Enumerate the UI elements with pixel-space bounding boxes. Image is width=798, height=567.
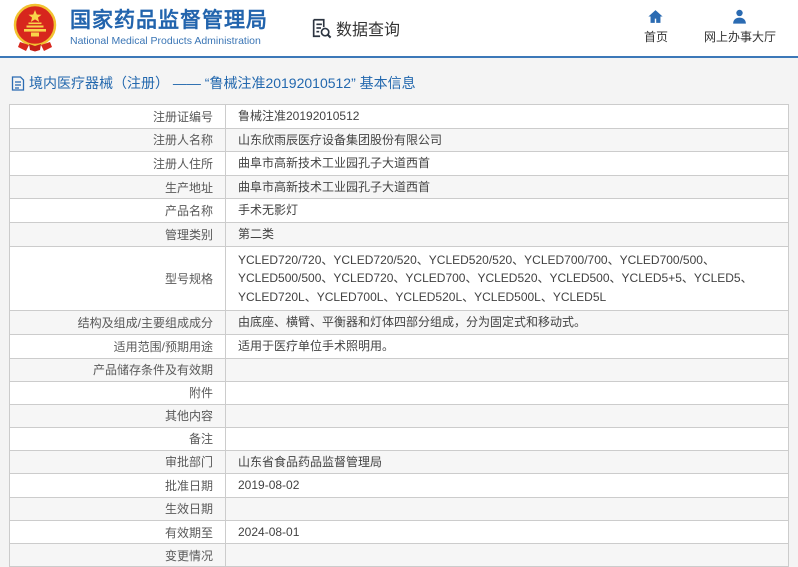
row-label: 变更情况 [10, 544, 226, 567]
row-label-text: 其他内容 [165, 409, 213, 423]
nav-home-label: 首页 [644, 28, 668, 45]
content-area: 境内医疗器械（注册） —— “鲁械注准20192010512” 基本信息 注册证… [0, 58, 798, 567]
row-label-text: 批准日期 [165, 479, 213, 493]
row-value: 山东欣雨辰医疗设备集团股份有限公司 [226, 128, 789, 152]
row-label: 适用范围/预期用途 [10, 334, 226, 358]
row-label-text: 注册人名称 [153, 133, 213, 147]
row-value [226, 427, 789, 450]
table-row: 管理类别 第二类 [10, 222, 789, 246]
nav-service-hall[interactable]: 网上办事大厅 [704, 8, 776, 45]
row-label-text: 适用范围/预期用途 [114, 340, 213, 354]
row-value: 2024-08-01 [226, 520, 789, 544]
row-label-text: 备注 [189, 432, 213, 446]
row-value: 由底座、横臂、平衡器和灯体四部分组成，分为固定式和移动式。 [226, 311, 789, 335]
row-label: 有效期至 [10, 520, 226, 544]
row-label-text: 结构及组成/主要组成成分 [78, 316, 213, 330]
row-label-text: 产品名称 [165, 204, 213, 218]
row-label-text: 型号规格 [165, 272, 213, 286]
row-label-text: 附件 [189, 386, 213, 400]
breadcrumb-text: 境内医疗器械（注册） —— “鲁械注准20192010512” 基本信息 [29, 73, 416, 93]
row-label: 备注 [10, 427, 226, 450]
doc-search-icon [310, 17, 332, 39]
row-label: 审批部门 [10, 450, 226, 474]
table-row: 其他内容 [10, 404, 789, 427]
row-label: 注册人住所 [10, 152, 226, 176]
row-value [226, 381, 789, 404]
table-row: 型号规格 YCLED720/720、YCLED720/520、YCLED520/… [10, 246, 789, 311]
table-row: 产品储存条件及有效期 [10, 358, 789, 381]
row-value: 适用于医疗单位手术照明用。 [226, 334, 789, 358]
table-row: 注册人住所 曲阜市高新技术工业园孔子大道西首 [10, 152, 789, 176]
data-query-label: 数据查询 [336, 16, 400, 40]
row-label-text: 变更情况 [165, 549, 213, 563]
page-header: 国家药品监督管理局 National Medical Products Admi… [0, 0, 798, 58]
row-label: 注册人名称 [10, 128, 226, 152]
table-row: 批准日期 2019-08-02 [10, 474, 789, 498]
row-label: 生产地址 [10, 175, 226, 199]
row-label: 产品名称 [10, 199, 226, 223]
agency-brand: 国家药品监督管理局 National Medical Products Admi… [70, 9, 268, 47]
row-label-text: 有效期至 [165, 526, 213, 540]
registration-info-table: 注册证编号 鲁械注准20192010512 注册人名称 山东欣雨辰医疗设备集团股… [9, 104, 789, 567]
table-row: 审批部门 山东省食品药品监督管理局 [10, 450, 789, 474]
nav-service-hall-label: 网上办事大厅 [704, 28, 776, 45]
breadcrumb-doc-icon [11, 76, 25, 91]
emblem-icon [10, 2, 60, 54]
row-label-text: 生产地址 [165, 181, 213, 195]
agency-subtitle: National Medical Products Administration [70, 35, 268, 47]
row-label: 附件 [10, 381, 226, 404]
row-value [226, 544, 789, 567]
table-row: 变更情况 [10, 544, 789, 567]
table-row: 注册证编号 鲁械注准20192010512 [10, 105, 789, 129]
user-icon [731, 8, 748, 25]
table-row: 注册人名称 山东欣雨辰医疗设备集团股份有限公司 [10, 128, 789, 152]
row-label: 型号规格 [10, 246, 226, 311]
row-value: 手术无影灯 [226, 199, 789, 223]
row-label-text: 注册人住所 [153, 157, 213, 171]
table-row: 有效期至 2024-08-01 [10, 520, 789, 544]
table-row: 结构及组成/主要组成成分 由底座、横臂、平衡器和灯体四部分组成，分为固定式和移动… [10, 311, 789, 335]
row-value: YCLED720/720、YCLED720/520、YCLED520/520、Y… [226, 246, 789, 311]
nav-home[interactable]: 首页 [644, 8, 668, 45]
top-nav: 首页 网上办事大厅 [644, 8, 776, 45]
row-label-text: 审批部门 [165, 455, 213, 469]
row-value [226, 497, 789, 520]
info-table-body: 注册证编号 鲁械注准20192010512 注册人名称 山东欣雨辰医疗设备集团股… [10, 105, 789, 567]
table-row: 生产地址 曲阜市高新技术工业园孔子大道西首 [10, 175, 789, 199]
row-label-text: 生效日期 [165, 502, 213, 516]
row-value: 曲阜市高新技术工业园孔子大道西首 [226, 175, 789, 199]
row-label-text: 管理类别 [165, 228, 213, 242]
row-value: 曲阜市高新技术工业园孔子大道西首 [226, 152, 789, 176]
table-row: 备注 [10, 427, 789, 450]
breadcrumb: 境内医疗器械（注册） —— “鲁械注准20192010512” 基本信息 [9, 58, 789, 104]
table-row: 产品名称 手术无影灯 [10, 199, 789, 223]
data-query-tab[interactable]: 数据查询 [310, 16, 400, 40]
row-label: 其他内容 [10, 404, 226, 427]
row-label: 生效日期 [10, 497, 226, 520]
row-value: 2019-08-02 [226, 474, 789, 498]
row-value [226, 358, 789, 381]
row-value: 鲁械注准20192010512 [226, 105, 789, 129]
row-label: 批准日期 [10, 474, 226, 498]
home-icon [647, 8, 664, 25]
agency-title: 国家药品监督管理局 [70, 9, 268, 33]
row-label: 产品储存条件及有效期 [10, 358, 226, 381]
row-value: 山东省食品药品监督管理局 [226, 450, 789, 474]
row-value [226, 404, 789, 427]
row-label: 结构及组成/主要组成成分 [10, 311, 226, 335]
row-label: 管理类别 [10, 222, 226, 246]
table-row: 适用范围/预期用途 适用于医疗单位手术照明用。 [10, 334, 789, 358]
row-label-text: 产品储存条件及有效期 [93, 363, 213, 377]
table-row: 附件 [10, 381, 789, 404]
table-row: 生效日期 [10, 497, 789, 520]
row-label-text: 注册证编号 [153, 110, 213, 124]
row-value: 第二类 [226, 222, 789, 246]
row-label: 注册证编号 [10, 105, 226, 129]
